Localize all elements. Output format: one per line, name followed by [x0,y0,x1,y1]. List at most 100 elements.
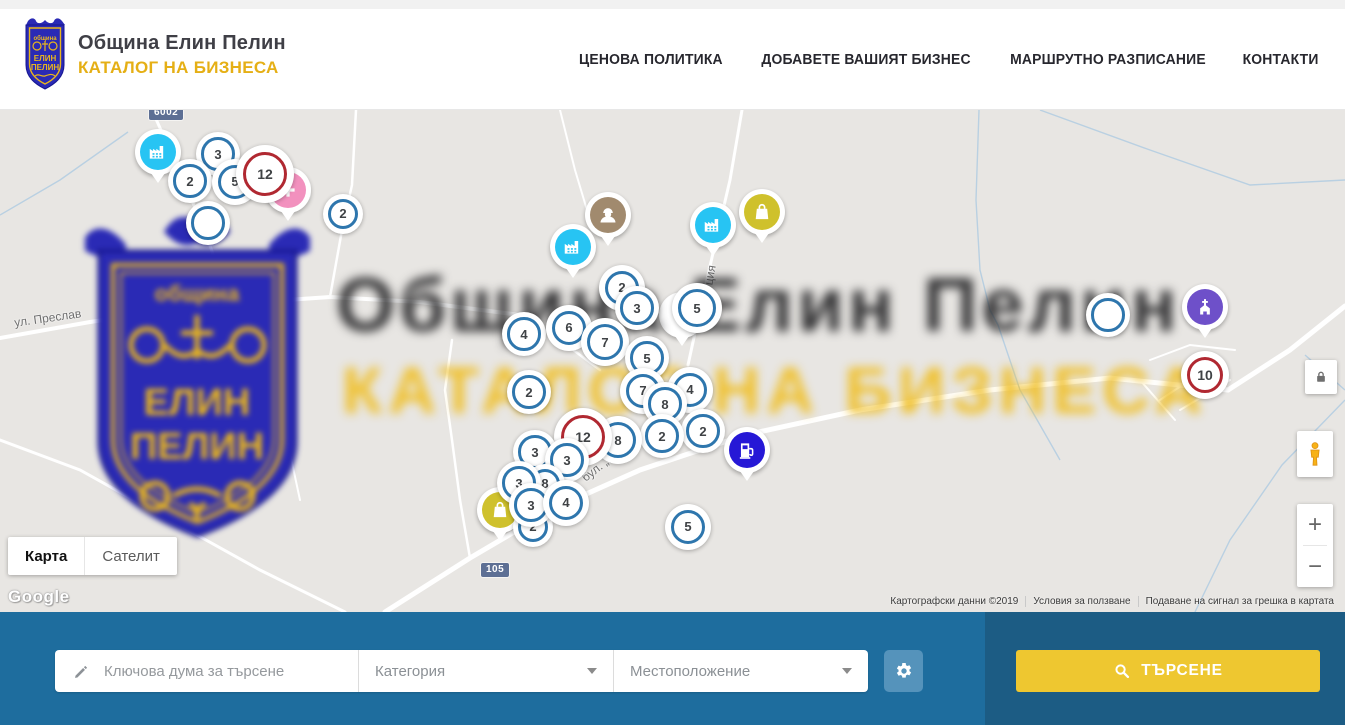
search-bar: Категория Местоположение [55,650,868,692]
attribution-report-link[interactable]: Подаване на сигнал за грешка в картата [1138,596,1341,607]
map-canvas[interactable]: ул. Преславбул. „Новоселция 6002105 общи… [0,110,1345,612]
nav-item-contacts[interactable]: КОНТАКТИ [1242,52,1318,68]
pegman-button[interactable] [1297,431,1333,477]
cluster-count: 10 [1197,367,1213,383]
map-type-satellite-button[interactable]: Сателит [84,537,177,575]
map-cluster-marker[interactable]: 2 [507,370,551,414]
cluster-count: 2 [525,385,532,400]
cluster-ring: 4 [549,486,584,521]
cluster-count: 2 [699,424,706,439]
cluster-ring: 2 [328,199,358,229]
category-select[interactable]: Категория [358,650,613,692]
map-cluster-marker[interactable]: 2 [323,194,363,234]
search-panel: Категория Местоположение ТЪРСЕНЕ [0,612,1345,725]
map-cluster-marker[interactable]: 4 [543,480,589,526]
cluster-count: 5 [684,519,691,534]
brand-logo[interactable]: община ЕЛИН ПЕЛИН Община Елин Пелин КАТА… [22,17,286,93]
header: община ЕЛИН ПЕЛИН Община Елин Пелин КАТА… [0,9,1345,110]
lock-icon [1313,369,1329,385]
map-cluster-marker[interactable] [1086,293,1130,337]
search-icon [1113,662,1131,680]
cluster-count: 4 [686,382,693,397]
brand-subtitle: КАТАЛОГ НА БИЗНЕСА [78,58,286,78]
map-cluster-marker[interactable] [186,201,230,245]
category-select-value: Категория [375,663,445,680]
lock-button[interactable] [1305,360,1337,394]
cluster-ring: 4 [507,317,540,350]
svg-text:община: община [33,35,57,42]
cluster-ring: 2 [512,375,545,408]
map-cluster-marker[interactable]: 2 [640,414,684,458]
map-cluster-marker[interactable]: 7 [581,318,629,366]
cluster-count: 6 [565,320,572,335]
map-type-control: Карта Сателит [8,537,177,575]
page-top-strip [0,0,1345,9]
map-cluster-marker[interactable]: 3 [615,286,659,330]
pegman-icon [1305,439,1325,469]
brand-title: Община Елин Пелин [78,32,286,55]
page: община ЕЛИН ПЕЛИН Община Елин Пелин КАТА… [0,0,1345,725]
cluster-ring: 2 [645,419,678,452]
map-cluster-marker[interactable]: 5 [665,504,711,550]
cluster-ring: 5 [671,510,706,545]
zoom-out-button[interactable]: − [1297,546,1333,587]
cluster-ring: 3 [620,291,653,324]
search-button[interactable]: ТЪРСЕНЕ [1016,650,1320,692]
cluster-count: 3 [563,453,570,468]
map-clusters-layer: 32512223546752748228123383234510 [0,110,1345,612]
location-select[interactable]: Местоположение [613,650,868,692]
cluster-count: 8 [614,433,621,448]
map-cluster-marker[interactable]: 4 [502,312,546,356]
gear-icon [894,661,914,681]
map-cluster-marker[interactable]: 2 [168,159,212,203]
cluster-ring [191,206,224,239]
attribution-copyright: Картографски данни ©2019 [883,596,1025,607]
map-cluster-marker[interactable]: 10 [1181,351,1229,399]
svg-text:ЕЛИН: ЕЛИН [34,54,57,63]
cluster-ring: 5 [678,289,716,327]
cluster-ring: 12 [243,152,287,196]
cluster-count: 3 [214,147,221,162]
cluster-count: 3 [527,498,534,513]
location-select-value: Местоположение [630,663,750,680]
nav-item-pricing[interactable]: ЦЕНОВА ПОЛИТИКА [579,52,723,68]
keyword-search-input[interactable] [104,663,354,680]
chevron-down-icon [842,668,852,674]
attribution-terms-link[interactable]: Условия за ползване [1025,596,1137,607]
cluster-count: 3 [531,445,538,460]
nav-item-route-schedule[interactable]: МАРШРУТНО РАЗПИСАНИЕ [1010,52,1206,68]
map-attribution: Картографски данни ©2019 Условия за полз… [883,596,1341,607]
cluster-ring [1091,298,1124,331]
nav-item-add-business[interactable]: ДОБАВЕТЕ ВАШИЯТ БИЗНЕС [761,52,970,68]
cluster-count: 4 [520,327,527,342]
advanced-settings-button[interactable] [884,650,923,692]
cluster-count: 2 [339,206,346,221]
map-cluster-marker[interactable]: 12 [236,145,294,203]
cluster-count: 5 [643,351,650,366]
pencil-icon [73,663,90,680]
chevron-down-icon [587,668,597,674]
cluster-ring: 2 [173,164,206,197]
svg-text:ПЕЛИН: ПЕЛИН [31,63,59,72]
map-type-map-button[interactable]: Карта [8,537,84,575]
cluster-count: 2 [658,429,665,444]
cluster-count: 4 [562,495,569,510]
search-button-label: ТЪРСЕНЕ [1141,662,1223,680]
keyword-section [55,650,358,692]
cluster-ring: 10 [1187,357,1223,393]
map-cluster-marker[interactable]: 2 [681,409,725,453]
cluster-count: 7 [601,335,608,350]
brand-text: Община Елин Пелин КАТАЛОГ НА БИЗНЕСА [78,32,286,78]
main-nav: ЦЕНОВА ПОЛИТИКА ДОБАВЕТЕ ВАШИЯТ БИЗНЕС М… [576,9,1320,110]
cluster-count: 2 [186,174,193,189]
cluster-count: 3 [633,301,640,316]
google-logo[interactable]: Google [8,587,70,607]
cluster-count: 12 [257,166,273,182]
zoom-in-button[interactable]: + [1297,504,1333,545]
cluster-count: 8 [661,397,668,412]
cluster-ring: 2 [686,414,719,447]
map-cluster-marker[interactable]: 5 [672,283,722,333]
cluster-count: 5 [693,301,700,316]
cluster-ring: 7 [587,324,623,360]
zoom-control: + − [1297,504,1333,587]
